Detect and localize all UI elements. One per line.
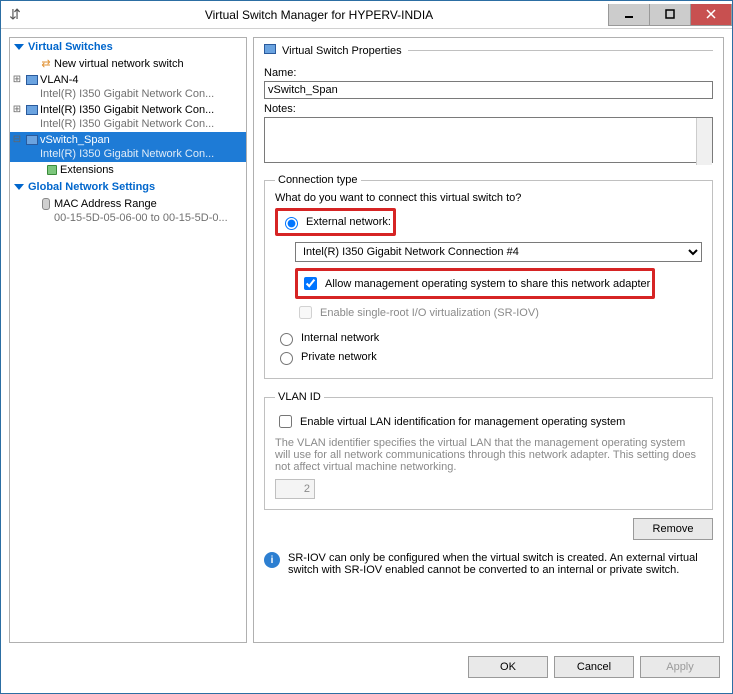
radio-internal[interactable]: [280, 333, 293, 346]
tree-label: New virtual network switch: [54, 57, 244, 71]
connection-question: What do you want to connect this virtual…: [275, 192, 702, 204]
radio-private[interactable]: [280, 352, 293, 365]
checkbox-vlan-label: Enable virtual LAN identification for ma…: [300, 416, 625, 428]
radio-external[interactable]: [285, 217, 298, 230]
tree-item-extensions[interactable]: Extensions: [10, 162, 246, 178]
app-sys-icon: ⇵: [1, 1, 29, 29]
checkbox-sriov-label: Enable single-root I/O virtualization (S…: [320, 307, 539, 319]
tree-label: Intel(R) I350 Gigabit Network Con...: [40, 104, 214, 116]
apply-button[interactable]: Apply: [640, 656, 720, 678]
extensions-icon: [44, 163, 60, 177]
maximize-button[interactable]: [649, 4, 691, 26]
divider: [408, 50, 713, 51]
tree-item-mac-range[interactable]: MAC Address Range00-15-5D-05-06-00 to 00…: [10, 196, 246, 226]
close-button[interactable]: [690, 4, 732, 26]
expand-icon[interactable]: ⊞: [10, 103, 24, 117]
vlan-help-text: The VLAN identifier specifies the virtua…: [275, 437, 702, 473]
tree-label: VLAN-4: [40, 74, 79, 86]
section-global-settings[interactable]: Global Network Settings: [10, 178, 246, 196]
tree-item-intel[interactable]: ⊞ Intel(R) I350 Gigabit Network Con...In…: [10, 102, 246, 132]
radio-external-label: External network:: [306, 216, 391, 228]
tree-label: vSwitch_Span: [40, 134, 110, 146]
minimize-button[interactable]: [608, 4, 650, 26]
sriov-info-text: SR-IOV can only be configured when the v…: [288, 552, 713, 576]
vlan-group: VLAN ID Enable virtual LAN identificatio…: [264, 391, 713, 510]
tree-label: Extensions: [60, 163, 244, 177]
tree-sublabel: 00-15-5D-05-06-00 to 00-15-5D-0...: [54, 211, 242, 225]
tree-new-switch[interactable]: New virtual network switch: [10, 56, 246, 72]
checkbox-allow-mgmt[interactable]: [304, 277, 317, 290]
vlan-id-input: [275, 479, 315, 499]
checkbox-vlan-enable[interactable]: [279, 415, 292, 428]
tree-sublabel: Intel(R) I350 Gigabit Network Con...: [40, 117, 242, 131]
notes-label: Notes:: [264, 103, 713, 115]
ok-button[interactable]: OK: [468, 656, 548, 678]
connection-legend: Connection type: [275, 174, 361, 186]
titlebar: ⇵ Virtual Switch Manager for HYPERV-INDI…: [1, 1, 732, 29]
window-frame: ⇵ Virtual Switch Manager for HYPERV-INDI…: [0, 0, 733, 694]
properties-panel: Virtual Switch Properties Name: Notes: C…: [253, 37, 724, 643]
section-virtual-switches[interactable]: Virtual Switches: [10, 38, 246, 56]
nic-icon: [24, 133, 40, 147]
remove-button[interactable]: Remove: [633, 518, 713, 540]
collapse-icon[interactable]: ⊟: [10, 133, 24, 147]
notes-textarea[interactable]: [264, 117, 713, 163]
nic-icon: [264, 44, 276, 57]
checkbox-sriov: [299, 306, 312, 319]
radio-private-label: Private network: [301, 351, 377, 363]
tree-label: MAC Address Range: [54, 198, 157, 210]
switch-tree: Virtual Switches New virtual network swi…: [9, 37, 247, 643]
nic-icon: [24, 103, 40, 117]
tree-item-vlan4[interactable]: ⊞ VLAN-4Intel(R) I350 Gigabit Network Co…: [10, 72, 246, 102]
panel-title: Virtual Switch Properties: [282, 45, 402, 57]
cancel-button[interactable]: Cancel: [554, 656, 634, 678]
expand-icon[interactable]: ⊞: [10, 73, 24, 87]
connection-type-group: Connection type What do you want to conn…: [264, 174, 713, 379]
radio-internal-label: Internal network: [301, 332, 379, 344]
window-title: Virtual Switch Manager for HYPERV-INDIA: [29, 8, 609, 22]
checkbox-allow-mgmt-label: Allow management operating system to sha…: [325, 278, 650, 290]
tree-sublabel: Intel(R) I350 Gigabit Network Con...: [40, 147, 242, 161]
switch-name-input[interactable]: [264, 81, 713, 99]
dialog-footer: OK Cancel Apply: [1, 651, 732, 693]
name-label: Name:: [264, 67, 713, 79]
nic-icon: [24, 73, 40, 87]
switch-icon: [38, 57, 54, 71]
vlan-legend: VLAN ID: [275, 391, 324, 403]
external-adapter-select[interactable]: Intel(R) I350 Gigabit Network Connection…: [295, 242, 702, 262]
tree-sublabel: Intel(R) I350 Gigabit Network Con...: [40, 87, 242, 101]
info-icon: i: [264, 552, 280, 568]
mac-icon: [38, 197, 54, 211]
tree-item-vswitch-span[interactable]: ⊟ vSwitch_SpanIntel(R) I350 Gigabit Netw…: [10, 132, 246, 162]
